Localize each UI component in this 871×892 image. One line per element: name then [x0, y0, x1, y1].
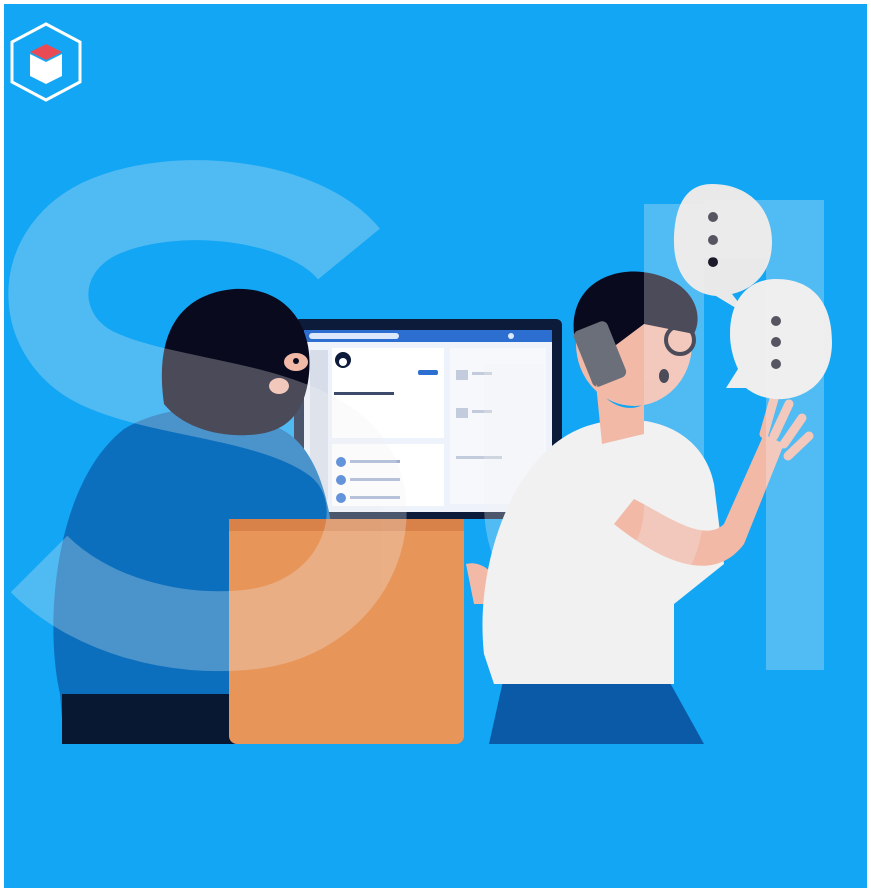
scam-call-illustration [8, 22, 832, 744]
illustration-canvas [4, 4, 867, 888]
cube-logo-icon [10, 22, 82, 102]
